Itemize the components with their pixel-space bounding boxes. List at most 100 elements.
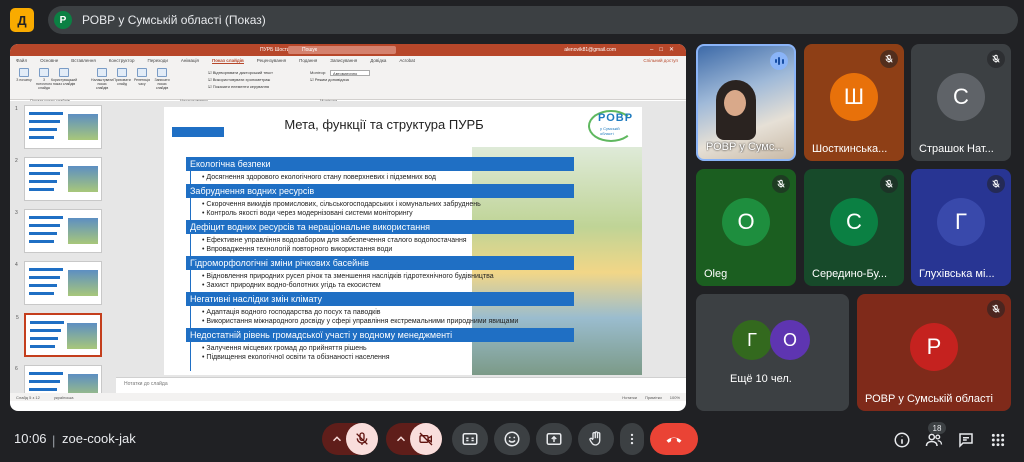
slide-thumbnail[interactable]: 4 [15, 261, 102, 305]
slide-section-heading: Дефіцит водних ресурсів та нераціональне… [186, 220, 574, 234]
slide-thumbnail-number: 4 [15, 262, 18, 268]
slide-bullet: Скорочення викидів промислових, сільсько… [202, 200, 480, 209]
reactions-button[interactable] [494, 423, 530, 455]
mic-control[interactable] [322, 423, 378, 455]
participant-avatar: O [722, 197, 770, 246]
comments-toggle[interactable]: Примітки [645, 395, 662, 400]
slide-editor[interactable]: Мета, функції та структура ПУРБ РОВР у С… [116, 101, 686, 377]
thumbnail-text-bar [29, 268, 63, 271]
participant-name: Глухівська мі... [919, 268, 995, 280]
ribbon-button-label: Репетиція часу [133, 78, 151, 86]
slide-title: Мета, функції та структура ПУРБ [284, 117, 484, 132]
zoom-level[interactable]: 100% [670, 395, 680, 400]
ribbon-button-label: З поточного слайда [35, 78, 53, 90]
thumbnail-image [68, 374, 98, 393]
ribbon-tab[interactable]: Acrobat [399, 58, 415, 63]
ribbon-button-icon [39, 68, 49, 77]
ribbon-button[interactable]: З поточного слайда [36, 68, 52, 90]
ribbon-tab[interactable]: Записування [330, 58, 357, 63]
ribbon-button[interactable]: Приховати слайд [113, 68, 131, 90]
captions-button[interactable] [452, 423, 488, 455]
meeting-title-bar[interactable]: Р РОВР у Сумській області (Показ) [48, 6, 1018, 34]
participant-tile[interactable]: РОВР у Сумс... [696, 44, 796, 161]
ribbon-tab[interactable]: Файл [16, 58, 27, 63]
ribbon-tab[interactable]: Анімація [181, 58, 199, 63]
slide-bullet: Адаптація водного господарства до посух … [202, 308, 380, 317]
ribbon-tab[interactable]: Конструктор [109, 58, 135, 63]
ribbon-tab[interactable]: Довідка [370, 58, 386, 63]
slide-title-arrow [172, 127, 224, 137]
thumbnail-text-bar [29, 380, 60, 383]
chat-button[interactable] [954, 428, 978, 452]
ribbon-tab[interactable]: Подання [299, 58, 317, 63]
clock: 10:06 [14, 431, 47, 446]
slide-bullet: Захист природних водно-болотних угідь та… [202, 281, 380, 290]
chat-icon [959, 433, 973, 448]
participant-tile[interactable]: Г Глухівська мі... [911, 169, 1011, 286]
ribbon-tab[interactable]: Вставлення [71, 58, 96, 63]
participant-tile[interactable]: Ш Шосткинська... [804, 44, 904, 161]
ribbon-checkbox[interactable]: Відтворювати дикторський текст [208, 69, 273, 76]
presentation-tile[interactable]: ПУРБ Шостинський р-н - PowerPoint Пошук … [10, 44, 686, 411]
ribbon-button[interactable]: Записати показ слайдів [154, 68, 170, 90]
ribbon-button[interactable]: Репетиція часу [134, 68, 150, 90]
ribbon-tab[interactable]: Переходи [147, 58, 167, 63]
ribbon-button[interactable]: Налаштувати показ слайдів [91, 68, 113, 90]
participant-tile[interactable]: Г О Ещё 10 чел. [696, 294, 849, 411]
slide-section-heading: Екологічна безпеки [186, 157, 574, 171]
thumbnail-text-bar [29, 240, 54, 243]
slide-thumbnail[interactable]: 5 [16, 313, 102, 357]
chevron-up-icon[interactable] [330, 432, 344, 446]
slide-counter: Слайд 5 з 12 [16, 394, 40, 400]
share-button[interactable]: Спільний доступ [643, 58, 678, 63]
ribbon-tab[interactable]: Основне [40, 58, 58, 63]
app-logo-icon[interactable]: Д [10, 8, 34, 32]
meeting-info-button[interactable] [890, 428, 914, 452]
camera-control[interactable] [386, 423, 442, 455]
current-slide[interactable]: Мета, функції та структура ПУРБ РОВР у С… [164, 107, 642, 375]
camera-off-button[interactable] [410, 423, 442, 455]
ribbon-button[interactable]: Користувацький показ слайдів [51, 68, 77, 90]
slide-thumbnail[interactable]: 1 [15, 105, 102, 149]
powerpoint-search[interactable]: Пошук [288, 46, 396, 54]
people-count-badge: 18 [928, 422, 946, 434]
raise-hand-button[interactable] [578, 423, 614, 455]
slide-thumbnail[interactable]: 3 [15, 209, 102, 253]
meeting-avatar: Р [54, 11, 72, 29]
thumbnail-text-bar [29, 180, 57, 183]
participant-tile[interactable]: С Середино-Бу... [804, 169, 904, 286]
more-options-button[interactable] [620, 423, 644, 455]
present-button[interactable] [536, 423, 572, 455]
ribbon-button-icon [157, 68, 167, 77]
ribbon-checkbox[interactable]: Використовувати хронометраж [208, 76, 273, 83]
slide-thumbnail-number: 6 [15, 366, 18, 372]
notes-pane[interactable]: Нотатки до слайда [116, 377, 686, 393]
participant-tile[interactable]: Р РОВР у Сумській області [857, 294, 1011, 411]
info-icon [894, 432, 910, 448]
thumbnail-text-bar [29, 112, 63, 115]
slide-thumbnail[interactable]: 2 [15, 157, 102, 201]
ribbon-checks: Відтворювати дикторський текстВикористов… [208, 69, 273, 90]
activities-button[interactable] [986, 428, 1010, 452]
thumbnail-text-bar [29, 224, 60, 227]
mic-muted-icon [987, 175, 1005, 193]
mic-off-button[interactable] [346, 423, 378, 455]
ribbon-tab[interactable]: Рецензування [257, 58, 286, 63]
mic-muted-icon [987, 50, 1005, 68]
participant-tile[interactable]: С Страшок Нат... [911, 44, 1011, 161]
ribbon-button[interactable]: З початку [16, 68, 32, 90]
ribbon-tab[interactable]: Показ слайдів [211, 58, 244, 64]
notes-toggle[interactable]: Нотатки [622, 395, 637, 400]
participant-name: Шосткинська... [812, 143, 888, 155]
participant-video-face [724, 90, 746, 116]
slide-thumbnail[interactable]: 6 [15, 365, 102, 393]
people-button[interactable]: 18 [922, 422, 946, 452]
ribbon-checkbox[interactable]: Показати елементи керування [208, 83, 273, 90]
slide-bullet: Контроль якості води через модернізовані… [202, 209, 412, 218]
chevron-up-icon[interactable] [394, 432, 408, 446]
window-controls[interactable]: –□✕ [650, 46, 680, 53]
separator: | [52, 433, 56, 448]
slide-thumbnails[interactable]: 1 2 3 4 5 6 [10, 101, 116, 393]
participant-tile[interactable]: O Oleg [696, 169, 796, 286]
leave-call-button[interactable] [650, 423, 698, 455]
